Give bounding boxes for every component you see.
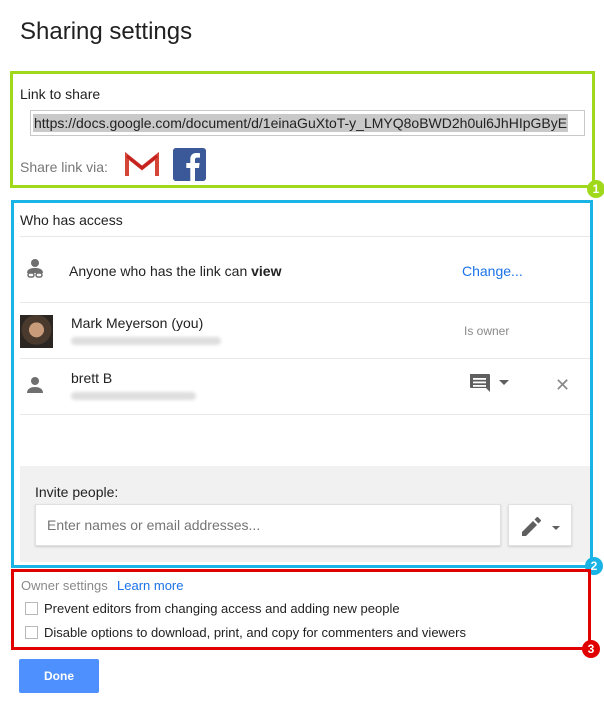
collaborator-name: brett B <box>71 370 113 386</box>
link-permission: view <box>251 263 282 279</box>
who-has-access-section: Who has access Anyone who has the link c… <box>11 200 593 568</box>
prevent-editors-checkbox[interactable] <box>25 602 38 615</box>
owner-avatar <box>20 315 53 348</box>
prevent-editors-option[interactable]: Prevent editors from changing access and… <box>25 601 400 616</box>
divider <box>20 414 590 415</box>
disable-download-checkbox[interactable] <box>25 626 38 639</box>
divider <box>20 358 590 359</box>
change-access-link[interactable]: Change... <box>462 263 523 279</box>
share-link-field[interactable]: https://docs.google.com/document/d/1eina… <box>30 110 585 136</box>
link-access-text: Anyone who has the link can view <box>69 263 282 279</box>
facebook-icon[interactable] <box>173 148 206 181</box>
person-icon <box>27 377 43 393</box>
invite-permission-dropdown[interactable] <box>508 504 572 546</box>
owner-email-redacted <box>71 337 221 345</box>
gmail-icon[interactable] <box>125 152 159 178</box>
owner-settings-label: Owner settings <box>21 578 108 593</box>
collaborator-email-redacted <box>71 392 196 400</box>
annotation-badge-3: 3 <box>582 640 600 658</box>
share-via-label: Share link via: <box>20 159 108 175</box>
share-link-text[interactable]: https://docs.google.com/document/d/1eina… <box>33 114 569 132</box>
learn-more-link[interactable]: Learn more <box>117 578 183 593</box>
who-has-access-heading: Who has access <box>20 212 123 228</box>
done-button[interactable]: Done <box>19 659 99 693</box>
remove-collaborator-icon[interactable]: ✕ <box>555 375 570 396</box>
dialog-title: Sharing settings <box>20 18 193 45</box>
annotation-badge-1: 1 <box>587 180 604 198</box>
comment-permission-dropdown[interactable] <box>468 372 514 396</box>
divider <box>20 302 590 303</box>
owner-settings-section: Owner settings Learn more Prevent editor… <box>11 569 591 650</box>
invite-people-panel: Invite people: <box>20 466 590 562</box>
disable-download-label: Disable options to download, print, and … <box>44 625 466 640</box>
owner-name: Mark Meyerson (you) <box>71 315 204 331</box>
invite-people-label: Invite people: <box>35 484 119 500</box>
pencil-icon <box>522 517 560 536</box>
prevent-editors-label: Prevent editors from changing access and… <box>44 601 400 616</box>
disable-download-option[interactable]: Disable options to download, print, and … <box>25 625 466 640</box>
link-share-section: Link to share https://docs.google.com/do… <box>10 71 595 188</box>
owner-role: Is owner <box>464 324 510 338</box>
invite-people-input[interactable] <box>35 504 501 546</box>
divider <box>20 236 590 237</box>
link-access-icon <box>27 259 43 278</box>
link-to-share-label: Link to share <box>20 86 101 102</box>
